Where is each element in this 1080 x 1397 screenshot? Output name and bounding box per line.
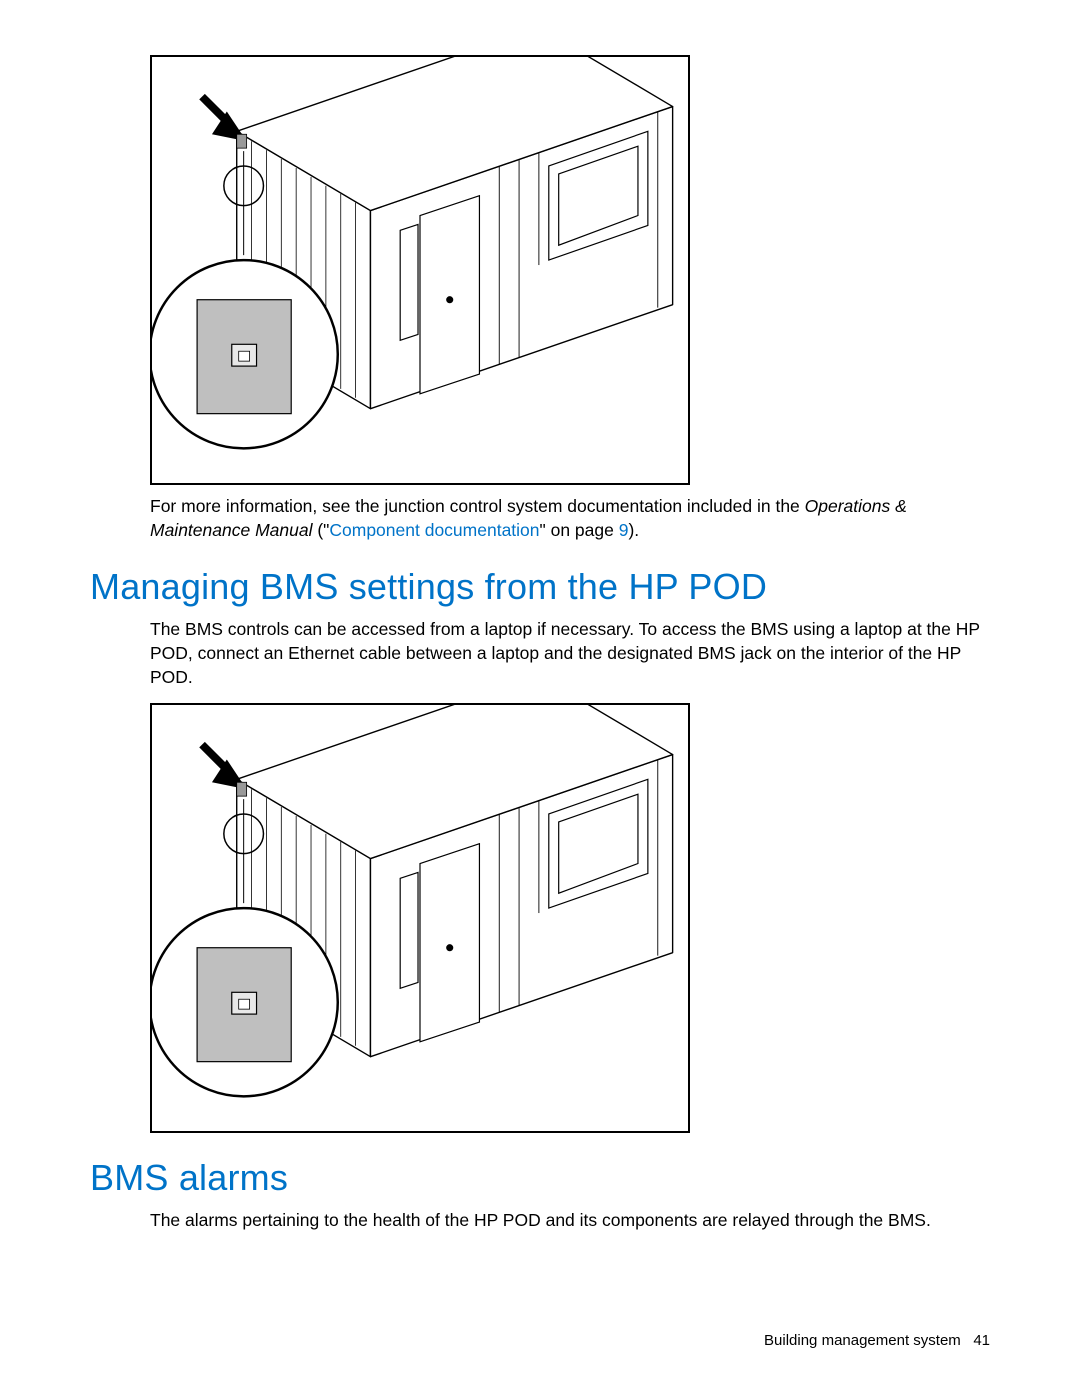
para1-after-italic: ("	[312, 520, 329, 540]
page-footer: Building management system 41	[764, 1332, 990, 1349]
paragraph-bms-alarms: The alarms pertaining to the health of t…	[150, 1209, 980, 1233]
paragraph-component-doc: For more information, see the junction c…	[150, 495, 980, 542]
page-ref-link[interactable]: 9	[619, 520, 629, 540]
component-documentation-link[interactable]: Component documentation	[329, 520, 539, 540]
para1-suffix: ).	[628, 520, 639, 540]
pod-illustration-1	[150, 55, 690, 485]
heading-bms-alarms: BMS alarms	[90, 1157, 990, 1199]
para1-after-link: " on page	[540, 520, 619, 540]
footer-page-number: 41	[973, 1332, 990, 1349]
paragraph-bms-access: The BMS controls can be accessed from a …	[150, 618, 980, 689]
para1-prefix: For more information, see the junction c…	[150, 496, 805, 516]
pod-illustration-2	[150, 703, 690, 1133]
heading-managing-bms: Managing BMS settings from the HP POD	[90, 566, 990, 608]
footer-section: Building management system	[764, 1332, 961, 1349]
